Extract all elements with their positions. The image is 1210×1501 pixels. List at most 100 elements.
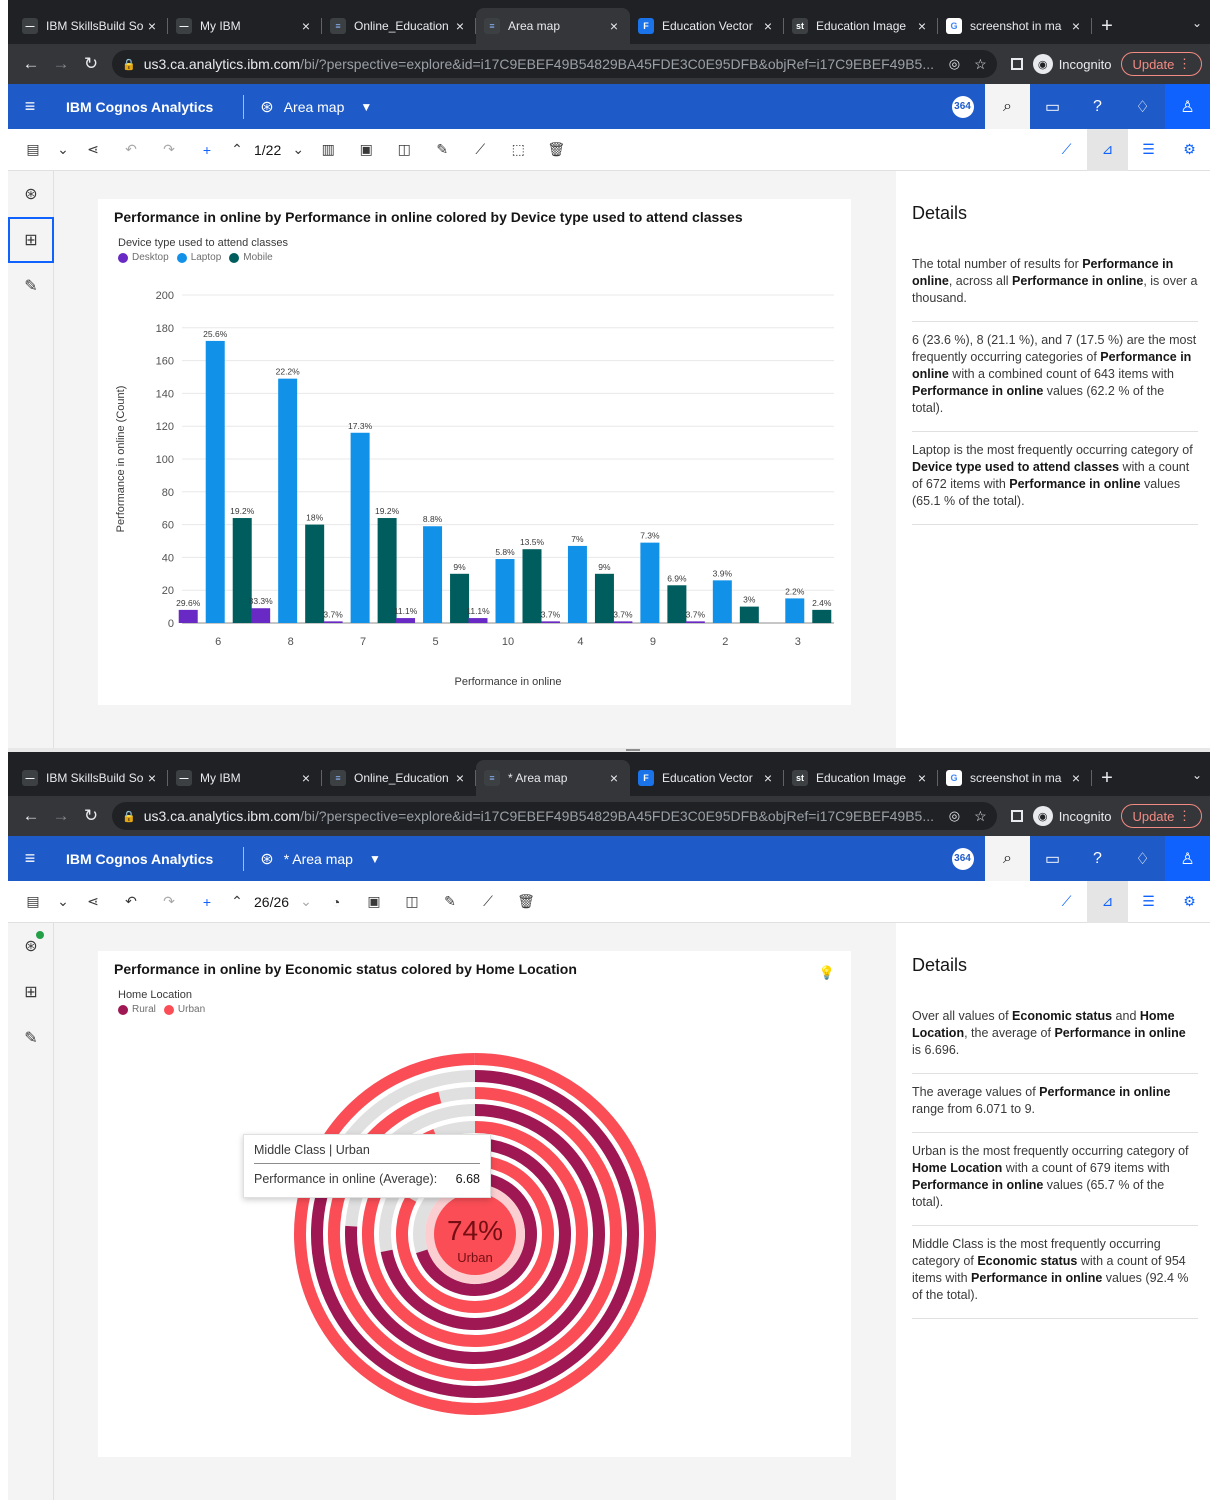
incognito-indicator[interactable]: ◉ Incognito bbox=[1032, 54, 1111, 74]
star-icon[interactable]: ☆ bbox=[960, 56, 987, 73]
chevron-down-icon[interactable]: ⌄ bbox=[295, 881, 317, 923]
chat-icon[interactable]: ▭ bbox=[1030, 836, 1075, 881]
share-icon[interactable]: ⋖ bbox=[74, 129, 112, 171]
browser-tab[interactable]: ≡ * Area map × bbox=[476, 760, 630, 796]
browser-tab[interactable]: — IBM SkillsBuild So × bbox=[14, 760, 168, 796]
properties-icon[interactable]: ⚙ bbox=[1169, 881, 1210, 923]
chevron-down-icon[interactable]: ⌄ bbox=[287, 129, 309, 171]
sidepanel-icon[interactable] bbox=[1010, 810, 1023, 822]
chat-icon[interactable]: ▭ bbox=[1030, 84, 1075, 129]
close-tab-icon[interactable]: × bbox=[298, 770, 314, 786]
browser-tab[interactable]: — My IBM × bbox=[168, 8, 322, 44]
details-icon[interactable]: ⊿ bbox=[1087, 880, 1128, 923]
url-field[interactable]: 🔒 us3.ca.analytics.ibm.com /bi/?perspect… bbox=[112, 802, 997, 830]
browser-tab[interactable]: ≡ Online_Education × bbox=[322, 760, 476, 796]
explore-icon[interactable]: ⊛ bbox=[8, 171, 54, 217]
view-name[interactable]: * Area map bbox=[284, 851, 353, 867]
add-icon[interactable]: + bbox=[188, 129, 226, 171]
data-icon[interactable]: ☰ bbox=[1128, 881, 1169, 923]
fields-icon[interactable]: ▣ bbox=[347, 129, 385, 171]
save-icon[interactable]: ▤ bbox=[14, 129, 52, 171]
help-icon[interactable]: ? bbox=[1075, 836, 1120, 881]
user-icon[interactable]: ♙ bbox=[1165, 836, 1210, 881]
trend-icon[interactable]: ⟋ bbox=[461, 129, 499, 171]
insights-icon[interactable]: ⟋ bbox=[1046, 129, 1087, 171]
help-icon[interactable]: ? bbox=[1075, 84, 1120, 129]
bar-chart-icon[interactable]: ▥ bbox=[309, 129, 347, 171]
browser-tab[interactable]: F Education Vector × bbox=[630, 760, 784, 796]
chevron-down-icon[interactable]: ⌄ bbox=[52, 129, 74, 171]
divider-grip[interactable] bbox=[626, 749, 640, 751]
radial-chart-icon[interactable]: ◔ bbox=[317, 881, 355, 923]
menu-icon[interactable]: ≡ bbox=[8, 848, 52, 869]
chevron-down-icon[interactable]: ▼ bbox=[369, 852, 381, 866]
relationship-icon[interactable]: ⊞ bbox=[8, 217, 54, 263]
tab-search-icon[interactable]: ⌄ bbox=[1192, 16, 1202, 30]
tab-search-icon[interactable]: ⌄ bbox=[1192, 768, 1202, 782]
search-icon[interactable]: ⌕ bbox=[985, 836, 1030, 881]
view-name[interactable]: Area map bbox=[284, 99, 345, 115]
new-tab-button[interactable]: + bbox=[1092, 760, 1122, 796]
insights-icon[interactable]: ⟋ bbox=[1046, 881, 1087, 923]
chevron-down-icon[interactable]: ⌄ bbox=[52, 881, 74, 923]
star-icon[interactable]: ☆ bbox=[960, 808, 987, 825]
properties-icon[interactable]: ⚙ bbox=[1169, 129, 1210, 171]
chevron-up-icon[interactable]: ⌃ bbox=[226, 129, 248, 171]
close-tab-icon[interactable]: × bbox=[1068, 770, 1084, 786]
close-tab-icon[interactable]: × bbox=[914, 18, 930, 34]
sidepanel-icon[interactable] bbox=[1010, 58, 1023, 70]
bell-icon[interactable]: ♢ bbox=[1120, 836, 1165, 881]
explore-icon[interactable]: ⊛ bbox=[8, 923, 54, 969]
forward-icon[interactable]: → bbox=[46, 806, 76, 826]
forward-icon[interactable]: → bbox=[46, 54, 76, 74]
browser-tab[interactable]: ≡ Area map × bbox=[476, 8, 630, 44]
close-tab-icon[interactable]: × bbox=[144, 770, 160, 786]
undo-icon[interactable]: ↶ bbox=[112, 129, 150, 171]
eye-off-icon[interactable]: ◎ bbox=[939, 56, 960, 72]
delete-icon[interactable]: 🗑 bbox=[537, 129, 575, 171]
relationship-icon[interactable]: ⊞ bbox=[8, 969, 54, 1015]
bell-icon[interactable]: ♢ bbox=[1120, 84, 1165, 129]
menu-icon[interactable]: ≡ bbox=[8, 96, 52, 117]
redo-icon[interactable]: ↷ bbox=[150, 129, 188, 171]
close-tab-icon[interactable]: × bbox=[144, 18, 160, 34]
pin-icon[interactable]: ✎ bbox=[8, 263, 54, 309]
close-tab-icon[interactable]: × bbox=[914, 770, 930, 786]
close-tab-icon[interactable]: × bbox=[606, 18, 622, 34]
browser-tab[interactable]: Gscreenshot in ma × bbox=[938, 8, 1092, 44]
incognito-indicator[interactable]: ◉ Incognito bbox=[1032, 806, 1111, 826]
close-tab-icon[interactable]: × bbox=[298, 18, 314, 34]
close-tab-icon[interactable]: × bbox=[1068, 18, 1084, 34]
close-tab-icon[interactable]: × bbox=[760, 18, 776, 34]
fields-icon[interactable]: ▣ bbox=[355, 881, 393, 923]
select-icon[interactable]: ⬚ bbox=[499, 129, 537, 171]
close-tab-icon[interactable]: × bbox=[452, 770, 468, 786]
close-tab-icon[interactable]: × bbox=[760, 770, 776, 786]
pin-icon[interactable]: ✎ bbox=[431, 881, 469, 923]
browser-tab[interactable]: — My IBM × bbox=[168, 760, 322, 796]
browser-tab[interactable]: Gscreenshot in ma × bbox=[938, 760, 1092, 796]
user-icon[interactable]: ♙ bbox=[1165, 84, 1210, 129]
browser-tab[interactable]: — IBM SkillsBuild So × bbox=[14, 8, 168, 44]
chevron-up-icon[interactable]: ⌃ bbox=[226, 881, 248, 923]
search-icon[interactable]: ⌕ bbox=[985, 84, 1030, 129]
browser-tab[interactable]: st Education Image × bbox=[784, 8, 938, 44]
back-icon[interactable]: ← bbox=[16, 806, 46, 826]
reload-icon[interactable]: ↻ bbox=[76, 54, 106, 74]
browser-tab[interactable]: ≡ Online_Education × bbox=[322, 8, 476, 44]
close-tab-icon[interactable]: × bbox=[452, 18, 468, 34]
delete-icon[interactable]: 🗑 bbox=[507, 881, 545, 923]
data-icon[interactable]: ☰ bbox=[1128, 129, 1169, 171]
eye-off-icon[interactable]: ◎ bbox=[939, 808, 960, 824]
update-button[interactable]: Update ⋮ bbox=[1121, 804, 1202, 828]
compare-icon[interactable]: ◫ bbox=[385, 129, 423, 171]
compare-icon[interactable]: ◫ bbox=[393, 881, 431, 923]
notifications-count[interactable]: 364 bbox=[940, 836, 985, 881]
new-tab-button[interactable]: + bbox=[1092, 8, 1122, 44]
save-icon[interactable]: ▤ bbox=[14, 881, 52, 923]
url-field[interactable]: 🔒 us3.ca.analytics.ibm.com /bi/?perspect… bbox=[112, 50, 997, 78]
add-icon[interactable]: + bbox=[188, 881, 226, 923]
trend-icon[interactable]: ⟋ bbox=[469, 881, 507, 923]
details-icon[interactable]: ⊿ bbox=[1087, 128, 1128, 171]
pin-icon[interactable]: ✎ bbox=[8, 1015, 54, 1061]
